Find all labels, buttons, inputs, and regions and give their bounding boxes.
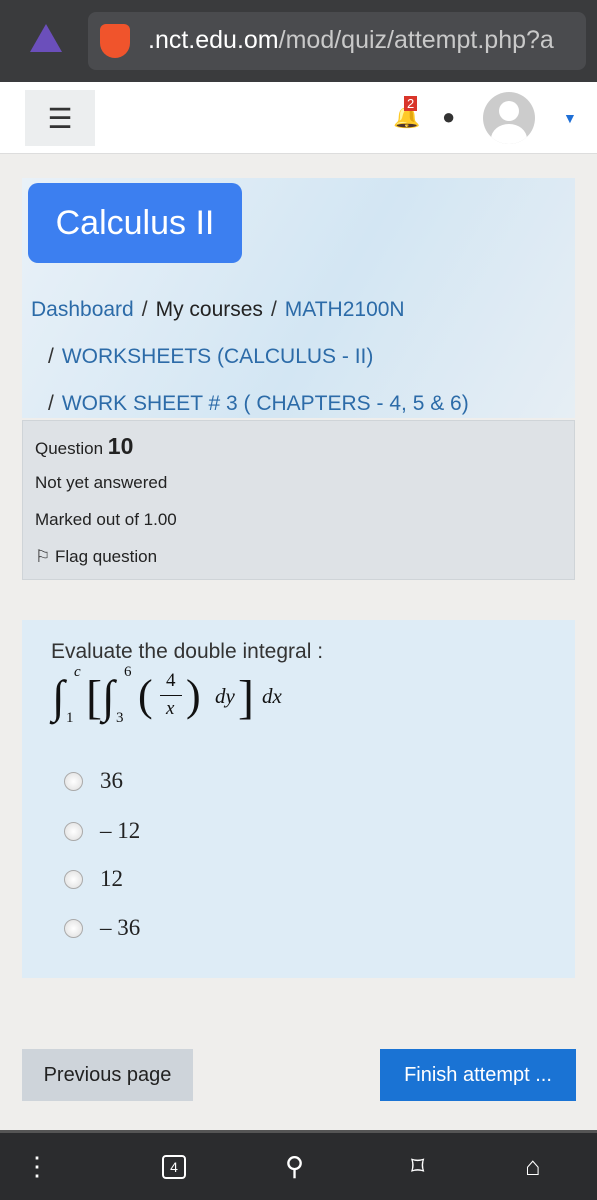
chat-icon[interactable]: ● [442, 104, 455, 130]
breadcrumb-row-3: / WORK SHEET # 3 ( CHAPTERS - 4, 5 & 6) [48, 392, 469, 415]
breadcrumb-worksheet-3[interactable]: WORK SHEET # 3 ( CHAPTERS - 4, 5 & 6) [62, 392, 469, 415]
inner-upper-limit: 6 [124, 664, 132, 680]
denominator: x [166, 698, 175, 719]
question-number: Question 10 [35, 433, 133, 460]
numerator: 4 [166, 670, 176, 691]
option-label: – 36 [100, 915, 141, 940]
breadcrumb: Dashboard / My courses / MATH2100N [31, 298, 405, 321]
outer-differential: dx [262, 684, 282, 708]
home-icon[interactable]: ⌂ [525, 1151, 541, 1182]
outer-upper-limit: c [74, 664, 81, 680]
option-c[interactable]: 12 [64, 866, 123, 892]
option-label: 36 [100, 768, 123, 793]
inner-lower-limit: 3 [116, 710, 124, 726]
previous-page-button[interactable]: Previous page [22, 1049, 193, 1101]
avatar[interactable] [483, 92, 535, 144]
notification-badge: 2 [404, 96, 418, 111]
outer-lower-limit: 1 [66, 710, 74, 726]
breadcrumb-dashboard[interactable]: Dashboard [31, 298, 134, 321]
question-label: Question [35, 439, 104, 458]
breadcrumb-row-2: / WORKSHEETS (CALCULUS - II) [48, 345, 374, 368]
url-path: /mod/quiz/attempt.php?a [278, 26, 554, 54]
radio-button[interactable] [64, 869, 83, 889]
flag-question-link[interactable]: ⚐ Flag question [35, 547, 157, 567]
tabs-icon[interactable]: 4 [162, 1155, 186, 1179]
bookmark-icon[interactable]: ⌑ [411, 1151, 424, 1182]
radio-button[interactable] [64, 771, 83, 791]
site-navbar: ☰ 🔔 2 ● ▼ [0, 82, 597, 154]
option-label: 12 [100, 866, 123, 891]
browser-bottom-bar: ⋮ 4 ⚲ ⌑ ⌂ [0, 1130, 597, 1200]
hamburger-icon: ☰ [47, 102, 73, 134]
option-a[interactable]: 36 [64, 768, 123, 794]
url-text[interactable]: .nct.edu.om/mod/quiz/attempt.php?a [148, 26, 554, 55]
finish-attempt-button[interactable]: Finish attempt ... [380, 1049, 576, 1101]
inner-differential: dy [215, 684, 235, 708]
question-prompt: Evaluate the double integral : [51, 640, 324, 663]
menu-button[interactable]: ☰ [25, 90, 95, 146]
flag-icon: ⚐ [35, 547, 51, 566]
brave-shield-icon[interactable] [100, 24, 130, 58]
option-b[interactable]: – 12 [64, 818, 140, 844]
question-content: Evaluate the double integral : ∫ c 1 [ ∫… [22, 620, 575, 978]
course-title: Calculus II [28, 183, 242, 263]
brave-rewards-icon[interactable] [30, 24, 62, 52]
question-info: Question 10 Not yet answered Marked out … [22, 420, 575, 580]
option-d[interactable]: – 36 [64, 915, 140, 941]
browser-toolbar: .nct.edu.om/mod/quiz/attempt.php?a [0, 0, 597, 82]
option-label: – 12 [100, 818, 141, 843]
radio-button[interactable] [64, 918, 83, 938]
caret-down-icon[interactable]: ▼ [563, 110, 577, 126]
flag-label: Flag question [54, 547, 158, 566]
more-icon[interactable]: ⋮ [24, 1151, 50, 1182]
breadcrumb-my-courses[interactable]: My courses [156, 298, 263, 321]
search-icon[interactable]: ⚲ [285, 1151, 304, 1182]
question-marks: Marked out of 1.00 [35, 510, 177, 529]
url-host: .nct.edu.om [148, 26, 279, 54]
question-status: Not yet answered [35, 473, 168, 492]
breadcrumb-course[interactable]: MATH2100N [285, 298, 405, 321]
breadcrumb-worksheets[interactable]: WORKSHEETS (CALCULUS - II) [62, 345, 374, 368]
radio-button[interactable] [64, 821, 83, 841]
question-number-value: 10 [107, 433, 134, 459]
